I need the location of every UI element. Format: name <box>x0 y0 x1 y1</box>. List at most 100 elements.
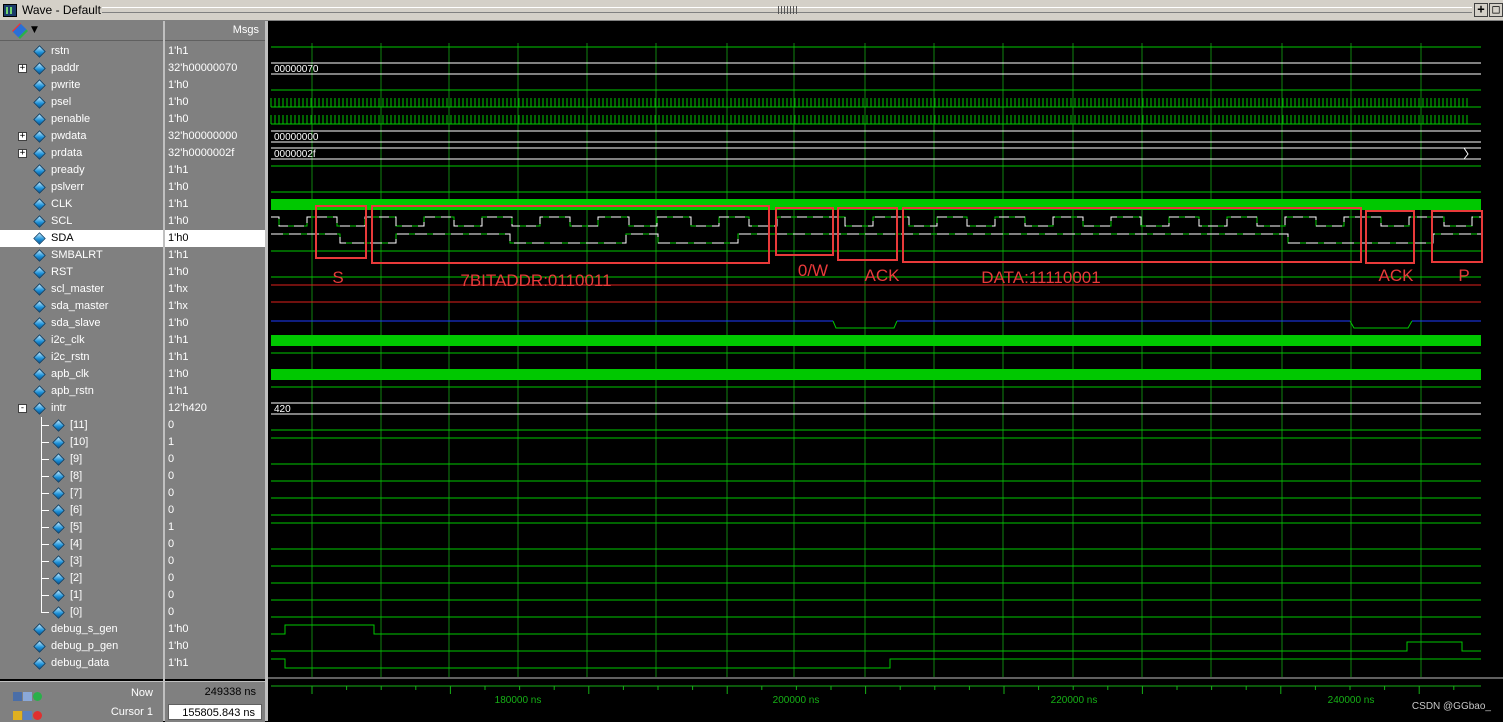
value-row-sda-master[interactable]: 1'hx <box>165 298 265 315</box>
signal-row-sda-slave[interactable]: sda_slave <box>0 315 163 332</box>
edit-cursor-icon[interactable] <box>23 711 32 720</box>
chevron-down-icon[interactable]: ▼ <box>31 25 38 35</box>
signal-row-pwdata[interactable]: + pwdata <box>0 128 163 145</box>
value-row-smbalrt[interactable]: 1'h1 <box>165 247 265 264</box>
signal-row-apb-clk[interactable]: apb_clk <box>0 366 163 383</box>
signal-row-i2c-rstn[interactable]: i2c_rstn <box>0 349 163 366</box>
value-row-10[interactable]: 1 <box>165 434 265 451</box>
signal-row-clk[interactable]: CLK <box>0 196 163 213</box>
value-row-psel[interactable]: 1'h0 <box>165 94 265 111</box>
value-row-7[interactable]: 0 <box>165 485 265 502</box>
signal-row-scl-master[interactable]: scl_master <box>0 281 163 298</box>
value-row-pslverr[interactable]: 1'h0 <box>165 179 265 196</box>
value-row-paddr[interactable]: 32'h00000070 <box>165 60 265 77</box>
value-row-rstn[interactable]: 1'h1 <box>165 43 265 60</box>
signal-row-intr-bit-11[interactable]: [11] <box>0 417 163 434</box>
value-row-scl[interactable]: 1'h0 <box>165 213 265 230</box>
value-row-debug-p-gen[interactable]: 1'h0 <box>165 638 265 655</box>
signal-row-intr-bit-10[interactable]: [10] <box>0 434 163 451</box>
value-row-sda-slave[interactable]: 1'h0 <box>165 315 265 332</box>
signal-row-smbalrt[interactable]: SMBALRT <box>0 247 163 264</box>
value-row-penable[interactable]: 1'h0 <box>165 111 265 128</box>
value-row-3[interactable]: 0 <box>165 553 265 570</box>
value-row-pwdata[interactable]: 32'h00000000 <box>165 128 265 145</box>
value-row-0[interactable]: 0 <box>165 604 265 621</box>
signal-row-intr-bit-5[interactable]: [5] <box>0 519 163 536</box>
value-row-i2c-rstn[interactable]: 1'h1 <box>165 349 265 366</box>
signal-row-intr-bit-3[interactable]: [3] <box>0 553 163 570</box>
value-row-apb-clk[interactable]: 1'h0 <box>165 366 265 383</box>
waveform-canvas[interactable]: 00000070 00000000 0000002f 420 S 7BITADDR:01… <box>268 21 1503 722</box>
signal-row-intr-bit-0[interactable]: [0] <box>0 604 163 621</box>
waveform-svg[interactable]: 00000070 00000000 0000002f 420 S 7BITADDR:01… <box>268 21 1503 722</box>
maximize-icon[interactable]: + <box>1474 3 1488 17</box>
value-row-2[interactable]: 0 <box>165 570 265 587</box>
value-row-debug-s-gen[interactable]: 1'h0 <box>165 621 265 638</box>
value-row-clk[interactable]: 1'h1 <box>165 196 265 213</box>
grip-icon[interactable] <box>778 6 798 14</box>
value-row-sda[interactable]: 1'h0 <box>165 230 265 247</box>
delete-cursor-icon[interactable] <box>33 711 42 720</box>
signal-row-intr-bit-4[interactable]: [4] <box>0 536 163 553</box>
expand-icon[interactable]: + <box>18 149 27 158</box>
value-row-i2c-clk[interactable]: 1'h1 <box>165 332 265 349</box>
signal-name: [10] <box>70 436 89 448</box>
value-row-debug-data[interactable]: 1'h1 <box>165 655 265 672</box>
signal-row-rstn[interactable]: rstn <box>0 43 163 60</box>
bus-value-label: 420 <box>274 404 291 415</box>
lock-icon[interactable] <box>13 711 22 720</box>
signal-row-psel[interactable]: psel <box>0 94 163 111</box>
signal-row-i2c-clk[interactable]: i2c_clk <box>0 332 163 349</box>
value-row-1[interactable]: 0 <box>165 587 265 604</box>
signal-value: 1'h0 <box>168 232 189 244</box>
value-row-rst[interactable]: 1'h0 <box>165 264 265 281</box>
signal-row-debug-s-gen[interactable]: debug_s_gen <box>0 621 163 638</box>
signal-row-paddr[interactable]: + paddr <box>0 60 163 77</box>
signal-row-apb-rstn[interactable]: apb_rstn <box>0 383 163 400</box>
value-row-6[interactable]: 0 <box>165 502 265 519</box>
value-row-8[interactable]: 0 <box>165 468 265 485</box>
signal-row-pwrite[interactable]: pwrite <box>0 77 163 94</box>
signal-row-intr-bit-7[interactable]: [7] <box>0 485 163 502</box>
undock-icon[interactable]: □ <box>1489 3 1503 17</box>
value-row-pready[interactable]: 1'h1 <box>165 162 265 179</box>
signal-row-debug-data[interactable]: debug_data <box>0 655 163 672</box>
signal-row-prdata[interactable]: + prdata <box>0 145 163 162</box>
expand-icon[interactable]: + <box>18 64 27 73</box>
pane-splitter[interactable] <box>163 21 165 721</box>
signal-row-penable[interactable]: penable <box>0 111 163 128</box>
cursor-list-icon[interactable] <box>13 692 22 701</box>
collapse-icon[interactable]: - <box>18 404 27 413</box>
value-row-apb-rstn[interactable]: 1'h1 <box>165 383 265 400</box>
signal-value: 0 <box>168 572 175 584</box>
value-row-pwrite[interactable]: 1'h0 <box>165 77 265 94</box>
expand-icon[interactable]: + <box>18 132 27 141</box>
cursor-value[interactable]: 155805.843 ns <box>168 704 262 720</box>
signal-value: 1'h0 <box>168 215 189 227</box>
signal-row-debug-p-gen[interactable]: debug_p_gen <box>0 638 163 655</box>
cursor-label[interactable]: Cursor 1 <box>111 703 153 721</box>
value-row-prdata[interactable]: 32'h0000002f <box>165 145 265 162</box>
signal-row-intr-bit-2[interactable]: [2] <box>0 570 163 587</box>
value-row-11[interactable]: 0 <box>165 417 265 434</box>
signal-row-intr-bit-8[interactable]: [8] <box>0 468 163 485</box>
add-cursor-icon[interactable] <box>33 692 42 701</box>
signal-row-rst[interactable]: RST <box>0 264 163 281</box>
signal-row-scl[interactable]: SCL <box>0 213 163 230</box>
value-row-9[interactable]: 0 <box>165 451 265 468</box>
table-icon[interactable] <box>23 692 32 701</box>
value-row-intr[interactable]: 12'h420 <box>165 400 265 417</box>
signal-row-pready[interactable]: pready <box>0 162 163 179</box>
signal-row-sda-master[interactable]: sda_master <box>0 298 163 315</box>
signal-row-pslverr[interactable]: pslverr <box>0 179 163 196</box>
value-row-5[interactable]: 1 <box>165 519 265 536</box>
signal-row-intr[interactable]: - intr <box>0 400 163 417</box>
signal-row-intr-bit-6[interactable]: [6] <box>0 502 163 519</box>
value-row-4[interactable]: 0 <box>165 536 265 553</box>
wave-tools-icon[interactable] <box>12 23 28 39</box>
signal-row-sda[interactable]: SDA <box>0 230 163 247</box>
signal-row-intr-bit-9[interactable]: [9] <box>0 451 163 468</box>
signal-row-intr-bit-1[interactable]: [1] <box>0 587 163 604</box>
dense-clock-trace <box>271 369 1481 380</box>
value-row-scl-master[interactable]: 1'hx <box>165 281 265 298</box>
